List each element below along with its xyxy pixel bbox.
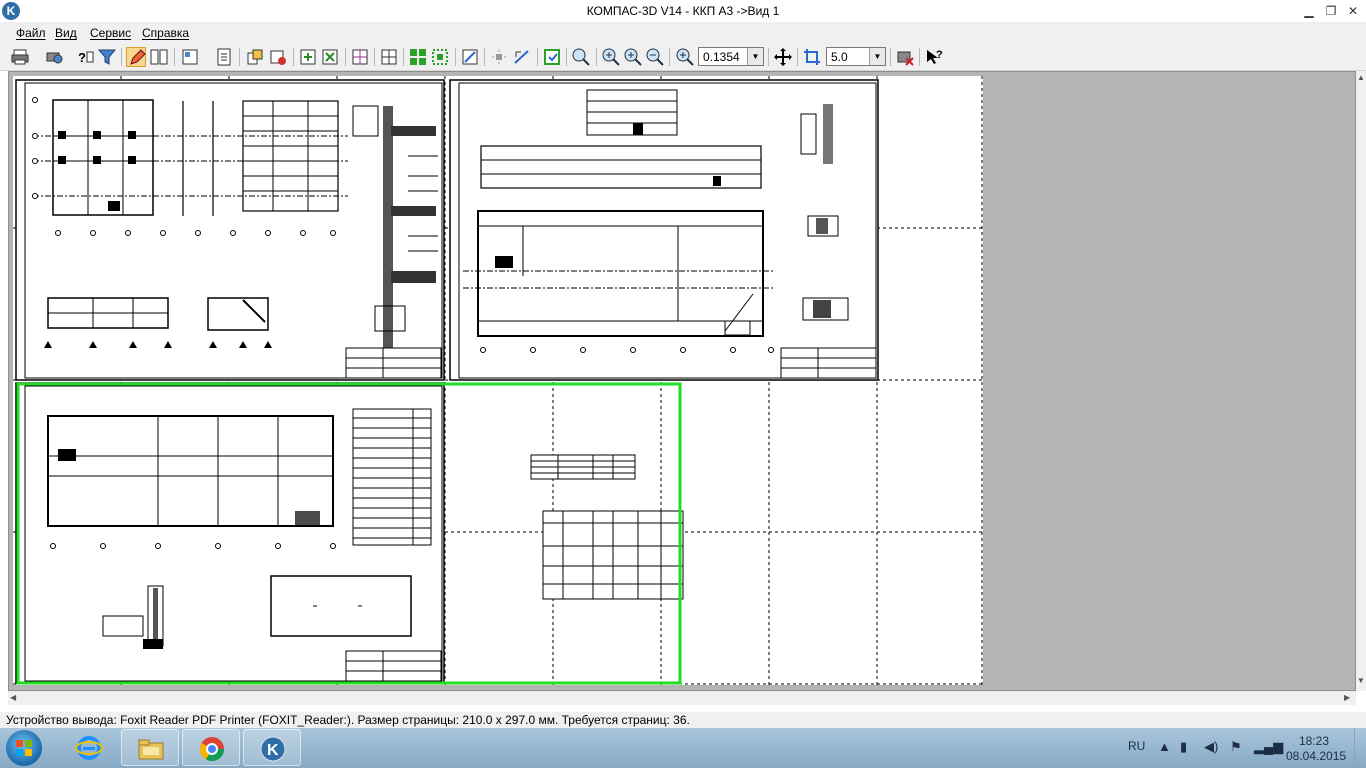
status-text: Устройство вывода: Foxit Reader PDF Prin… <box>6 713 690 727</box>
layout-icon[interactable] <box>149 47 169 67</box>
status-bar: Устройство вывода: Foxit Reader PDF Prin… <box>0 712 1366 728</box>
select-window-icon[interactable] <box>379 47 399 67</box>
folder-icon <box>138 739 164 760</box>
print-preview-sheet[interactable] <box>13 76 983 685</box>
step-value: 5.0 <box>831 50 848 64</box>
zoom-in2-icon[interactable] <box>623 47 643 67</box>
close-print-icon[interactable] <box>895 47 915 67</box>
drawing-workspace[interactable] <box>8 71 1356 691</box>
taskbar-kompas[interactable]: K <box>243 729 301 766</box>
internet-explorer-icon <box>75 736 103 760</box>
step-select[interactable]: 5.0 ▼ <box>826 47 886 66</box>
filter-icon[interactable] <box>97 47 117 67</box>
chevron-down-icon[interactable]: ▼ <box>747 48 763 65</box>
restore-button[interactable]: ❐ <box>1322 3 1340 19</box>
windows-logo-icon <box>16 740 32 756</box>
taskbar-explorer[interactable] <box>121 729 179 766</box>
page-icon[interactable] <box>214 47 234 67</box>
menu-view[interactable]: Вид <box>55 26 77 40</box>
grid-green-icon[interactable] <box>408 47 428 67</box>
grid-icon[interactable] <box>350 47 370 67</box>
taskbar-ie[interactable] <box>60 729 118 766</box>
network-icon[interactable]: ▂▄▆ <box>1254 739 1283 755</box>
step-cursor-icon[interactable] <box>802 47 822 67</box>
vertical-scrollbar[interactable]: ▲ ▼ <box>1356 71 1366 691</box>
cut-icon[interactable] <box>268 47 288 67</box>
start-button[interactable] <box>6 730 42 766</box>
rotate-icon[interactable] <box>245 47 265 67</box>
menu-file[interactable]: Файл <box>16 26 46 40</box>
sheet-top-left <box>15 79 445 381</box>
tray-expand-icon[interactable]: ▲ <box>1158 739 1171 754</box>
clock-date: 08.04.2015 <box>1286 749 1347 763</box>
window-title: КОМПАС-3D V14 - ККП А3 ->Вид 1 <box>586 4 780 18</box>
zoom-in-icon[interactable] <box>601 47 621 67</box>
show-desktop-button[interactable] <box>1354 728 1366 768</box>
language-indicator[interactable]: RU <box>1128 739 1145 753</box>
zoom-scale-value: 0.1354 <box>703 50 740 64</box>
print-icon[interactable] <box>10 47 30 67</box>
minimize-button[interactable]: ▁ <box>1300 3 1318 19</box>
scroll-right-icon[interactable]: ▶ <box>1344 693 1350 702</box>
fit-icon[interactable] <box>298 47 318 67</box>
zoom-fit-icon[interactable] <box>675 47 695 67</box>
help-cursor-icon[interactable]: ? <box>76 47 96 67</box>
svg-text:?: ? <box>936 49 943 61</box>
taskbar: K RU ▲ ▮ ◀) ⚑ ▂▄▆ 18:23 08.04.2015 <box>0 728 1366 768</box>
sheet-bottom-left <box>15 382 445 684</box>
drawing-canvas <box>13 76 983 685</box>
title-bar: K КОМПАС-3D V14 - ККП А3 ->Вид 1 ▁ ❐ ✕ <box>0 0 1366 22</box>
scroll-up-icon[interactable]: ▲ <box>1357 73 1365 82</box>
menu-service[interactable]: Сервис <box>90 26 131 40</box>
chevron-down-icon[interactable]: ▼ <box>869 48 885 65</box>
zoom-icon[interactable] <box>571 47 591 67</box>
select-icon[interactable] <box>542 47 562 67</box>
kompas-icon: K <box>260 736 286 762</box>
menu-bar: Файл Вид Сервис Справка <box>0 22 1366 44</box>
align-icon[interactable] <box>512 47 532 67</box>
specification-tables <box>530 454 684 600</box>
sheet-top-right <box>449 79 879 381</box>
scroll-down-icon[interactable]: ▼ <box>1357 676 1365 685</box>
print-setup-icon[interactable] <box>44 47 64 67</box>
zoom-scale-select[interactable]: 0.1354 ▼ <box>698 47 764 66</box>
clock-time: 18:23 <box>1298 734 1330 748</box>
help-icon[interactable]: ? <box>924 47 944 67</box>
svg-text:K: K <box>267 742 279 759</box>
toolbar: ? 0.1354 ▼ 5.0 ▼ ? <box>0 44 1366 71</box>
fit2-icon[interactable] <box>320 47 340 67</box>
zoom-out-icon[interactable] <box>645 47 665 67</box>
flag-icon[interactable]: ⚑ <box>1230 739 1242 755</box>
move-icon[interactable] <box>489 47 509 67</box>
snap-icon[interactable] <box>460 47 480 67</box>
grid-green2-icon[interactable] <box>430 47 450 67</box>
chrome-icon <box>199 737 224 762</box>
sheet-icon[interactable] <box>180 47 200 67</box>
svg-text:?: ? <box>78 50 86 65</box>
horizontal-scrollbar[interactable]: ◀ ▶ <box>8 691 1356 705</box>
taskbar-chrome[interactable] <box>182 729 240 766</box>
pan-icon[interactable] <box>773 47 793 67</box>
volume-icon[interactable]: ◀) <box>1204 739 1218 755</box>
close-button[interactable]: ✕ <box>1344 3 1362 19</box>
pencil-icon[interactable] <box>126 47 146 67</box>
battery-icon[interactable]: ▮ <box>1180 739 1187 755</box>
menu-help[interactable]: Справка <box>142 26 189 40</box>
clock[interactable]: 18:23 08.04.2015 <box>1286 734 1347 764</box>
scroll-left-icon[interactable]: ◀ <box>10 693 16 702</box>
